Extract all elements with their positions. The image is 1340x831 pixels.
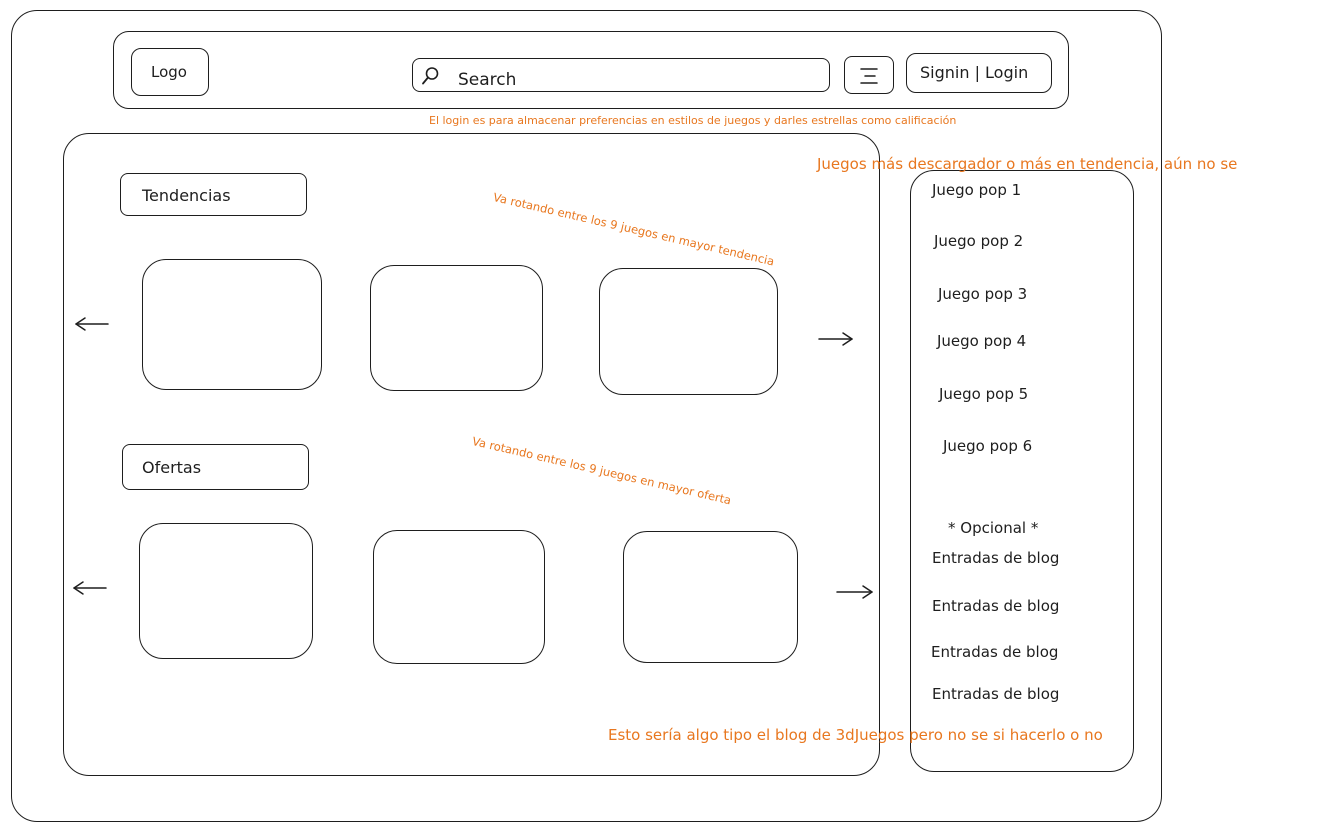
blog-entry[interactable]: Entradas de blog [932, 685, 1059, 703]
blog-annotation: Esto sería algo tipo el blog de 3dJuegos… [608, 726, 1103, 744]
offer-game-card[interactable] [373, 530, 545, 664]
signin-login-label: Signin | Login [920, 63, 1029, 82]
trending-prev-arrow-icon[interactable] [74, 316, 110, 332]
menu-icon [860, 68, 878, 84]
popular-game-item[interactable]: Juego pop 5 [939, 385, 1028, 403]
offers-next-arrow-icon[interactable] [835, 584, 875, 600]
offers-prev-arrow-icon[interactable] [72, 580, 108, 596]
trending-game-card[interactable] [599, 268, 778, 395]
popular-game-item[interactable]: Juego pop 4 [937, 332, 1026, 350]
popular-game-item[interactable]: Juego pop 1 [932, 181, 1021, 199]
popular-game-item[interactable]: Juego pop 2 [934, 232, 1023, 250]
blog-entry[interactable]: Entradas de blog [932, 597, 1059, 615]
optional-label: * Opcional * [948, 519, 1039, 537]
offer-game-card[interactable] [139, 523, 313, 659]
popular-game-item[interactable]: Juego pop 6 [943, 437, 1032, 455]
login-annotation: El login es para almacenar preferencias … [429, 114, 957, 127]
popular-annotation: Juegos más descargador o más en tendenci… [817, 155, 1238, 173]
offer-game-card[interactable] [623, 531, 798, 663]
ofertas-title: Ofertas [142, 458, 202, 477]
popular-game-item[interactable]: Juego pop 3 [938, 285, 1027, 303]
blog-entry[interactable]: Entradas de blog [931, 643, 1058, 661]
sidebar-panel [910, 170, 1134, 772]
trending-game-card[interactable] [370, 265, 543, 391]
trending-next-arrow-icon[interactable] [817, 331, 855, 347]
logo-label: Logo [151, 63, 187, 81]
blog-entry[interactable]: Entradas de blog [932, 549, 1059, 567]
search-icon [422, 67, 439, 85]
trending-game-card[interactable] [142, 259, 322, 390]
search-placeholder: Search [458, 70, 517, 90]
tendencias-title: Tendencias [142, 186, 231, 205]
